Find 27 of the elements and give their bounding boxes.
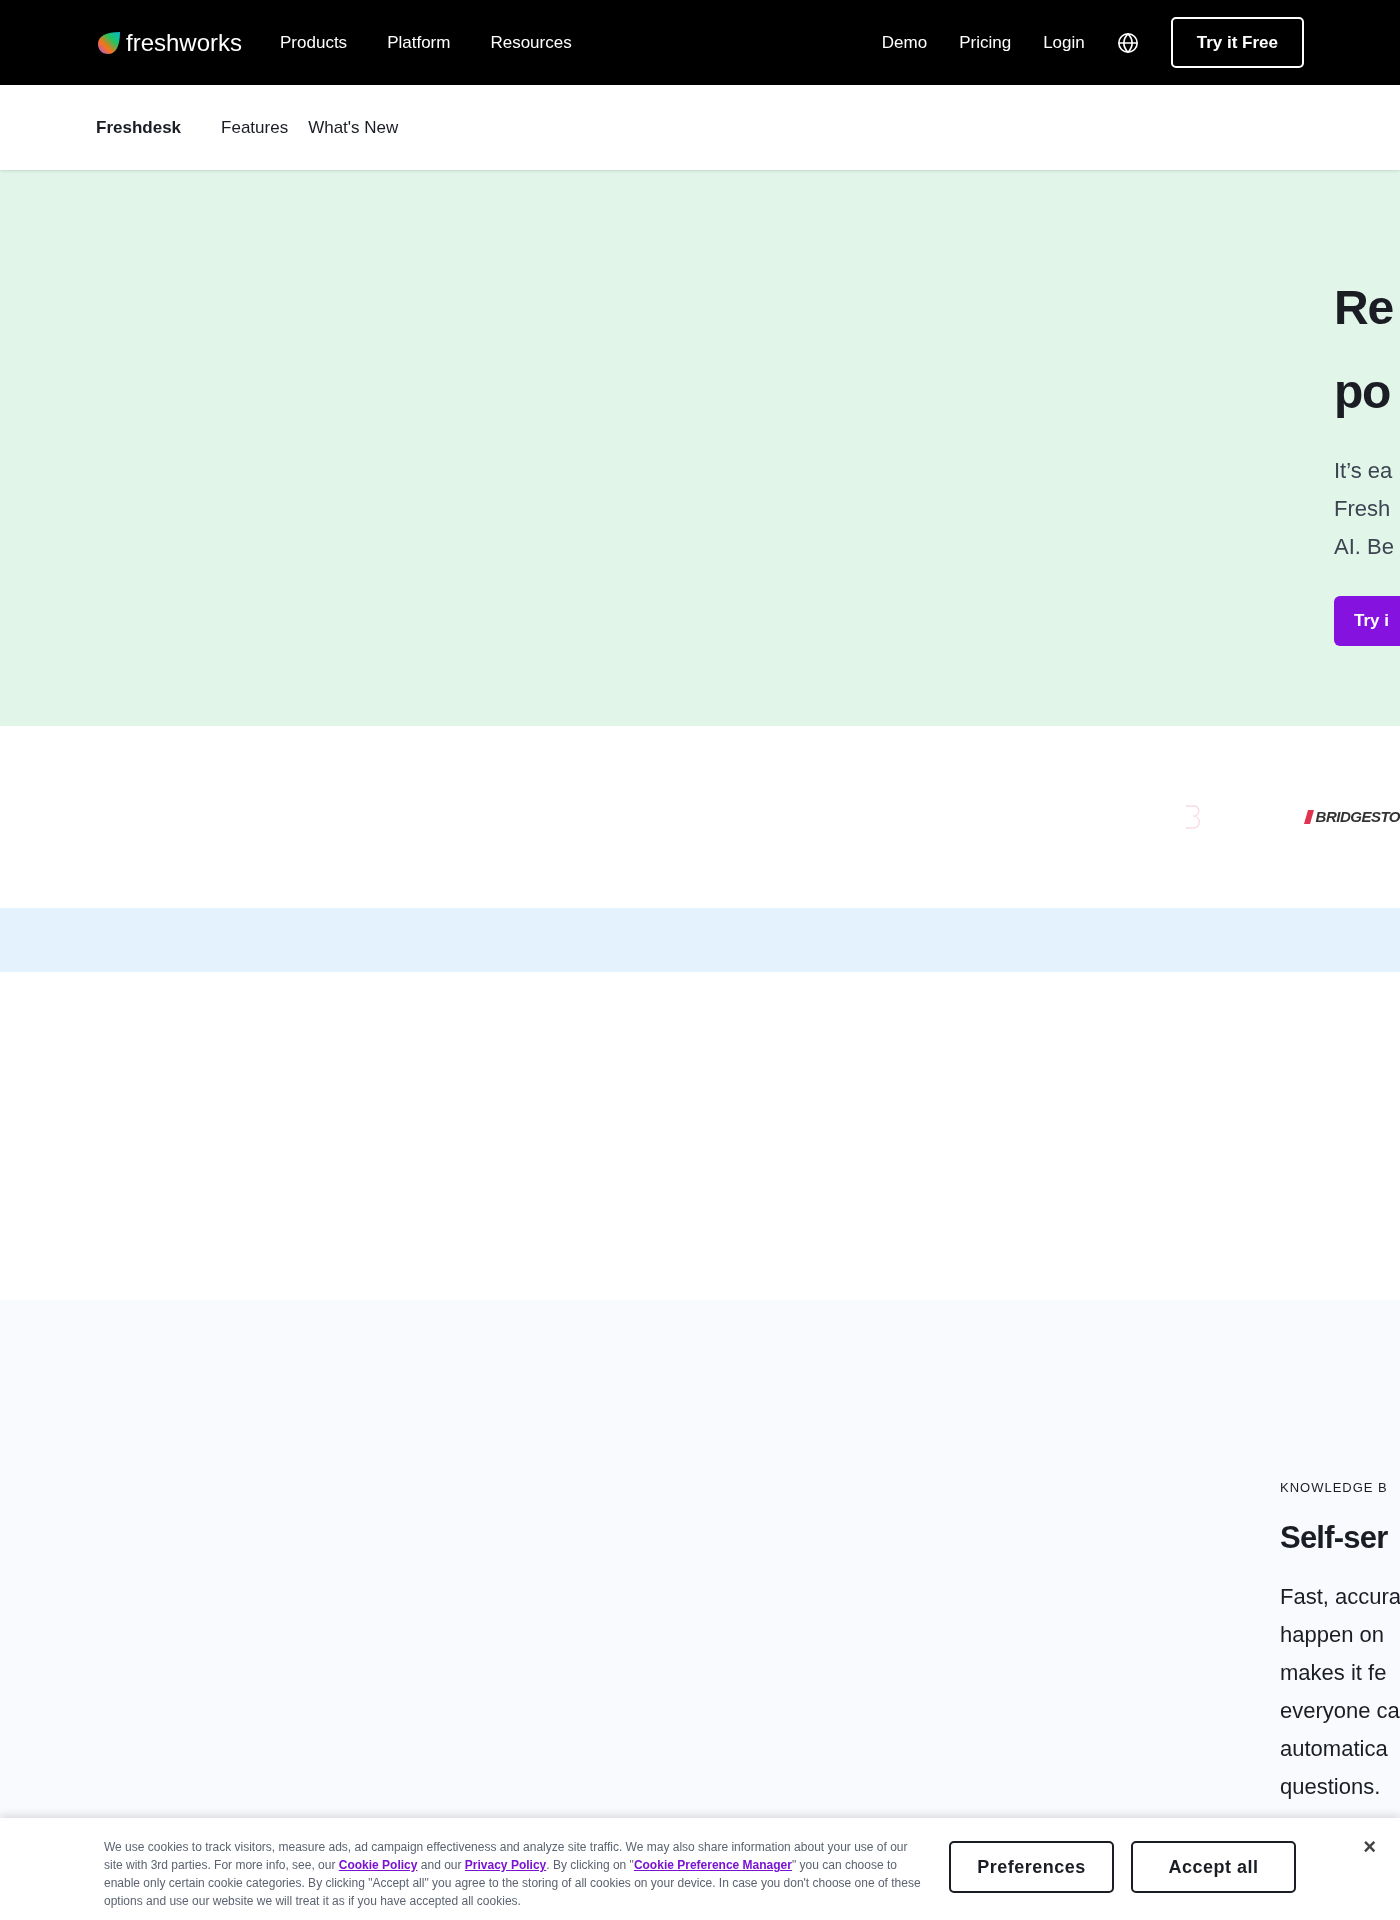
cookie-button[interactable]: Accept all — [1131, 1841, 1296, 1893]
policy-link[interactable]: Cookie Preference Manager — [633, 1858, 792, 1872]
globe-icon[interactable] — [1116, 31, 1139, 54]
brand-logo-icon — [1303, 810, 1314, 824]
close-button[interactable]: × — [1363, 1830, 1376, 1863]
hero-try-button[interactable]: Try i — [1334, 596, 1400, 646]
product-name[interactable]: Freshdesk — [96, 114, 182, 141]
hero-description: It’s ea Fresh AI. Be — [1334, 457, 1395, 561]
subnav-link[interactable]: Features — [221, 114, 289, 141]
cookie-button[interactable]: Preferences — [949, 1841, 1114, 1893]
nav-link[interactable]: Demo — [881, 29, 928, 56]
nav-link[interactable]: Pricing — [959, 29, 1012, 56]
cookie-notice: We use cookies to track visitors, measure ads, ad campaign effectiveness and analyze site traffic. We may also share information about your use of our site with 3rd parties. For more info, see, our Cookie Policy and our Privacy Policy. By clicking on "Cookie Preference Manager" you can choose to enable only certain cookie categories. By clicking "Accept all" you agree to the storing of all cookies on your device. In case you don't choose one of these options and use our website we will treat it as if you have accepted all cookies. — [104, 1839, 922, 1910]
try-free-button[interactable]: Try it Free — [1170, 17, 1304, 68]
brand-name[interactable]: freshworks — [126, 30, 243, 55]
subnav-link[interactable]: What's New — [308, 114, 399, 141]
section-eyebrow: KNOWLEDGE B — [1280, 1479, 1389, 1497]
nav-link[interactable]: Resources — [490, 29, 572, 56]
logo-icon — [96, 29, 122, 56]
nav-link[interactable]: Platform — [387, 29, 451, 56]
nav-link[interactable]: Login — [1043, 29, 1085, 56]
policy-link[interactable]: Privacy Policy — [464, 1858, 547, 1872]
brand-logo-text: BRIDGESTO — [1315, 806, 1400, 827]
section-title: Self-ser — [1280, 1518, 1389, 1557]
policy-link[interactable]: Cookie Policy — [338, 1858, 418, 1872]
nav-link[interactable]: Products — [280, 29, 348, 56]
hero-title: Re po — [1334, 280, 1394, 420]
